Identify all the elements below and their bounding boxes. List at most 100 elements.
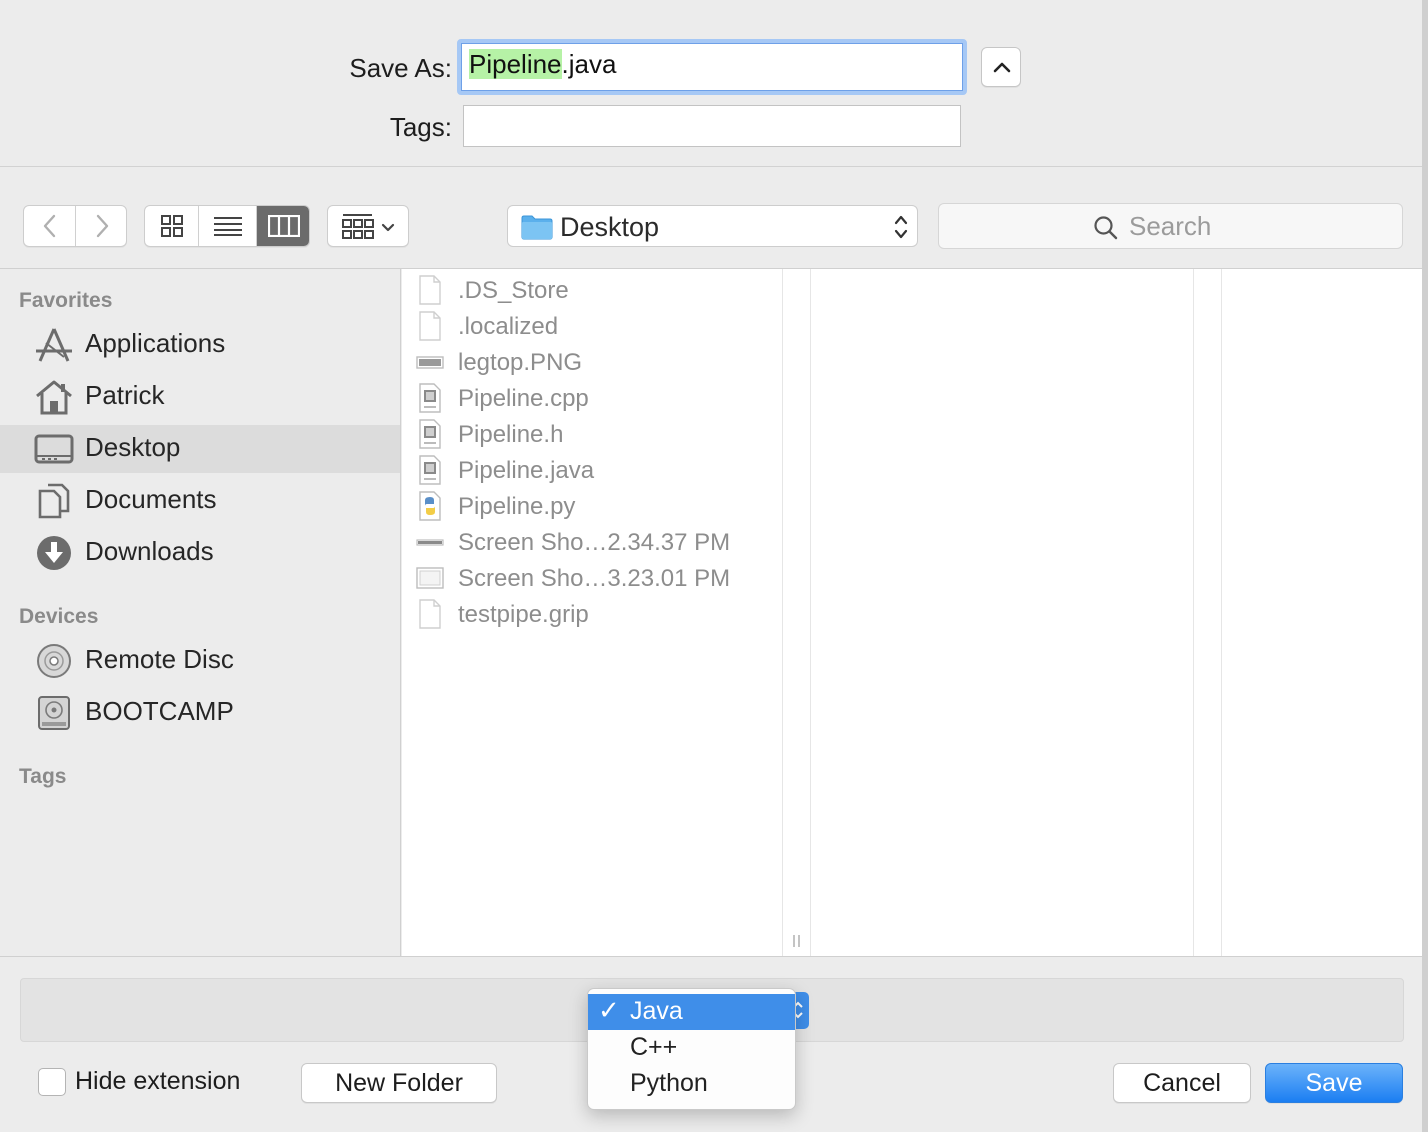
filename-input[interactable]: Pipeline.java <box>457 39 967 95</box>
sidebar-item-label: Desktop <box>85 432 181 462</box>
file-row[interactable]: Pipeline.py <box>402 488 782 524</box>
checkmark-icon: ✓ <box>598 995 620 1025</box>
file-name: Pipeline.cpp <box>458 385 589 412</box>
sidebar-item-remote-disc[interactable]: Remote Disc <box>0 637 400 685</box>
header-file-icon <box>419 419 441 449</box>
hide-extension-checkbox[interactable] <box>38 1068 66 1096</box>
file-row[interactable]: .localized <box>402 308 782 344</box>
file-name: Pipeline.java <box>458 457 595 484</box>
columns-icon <box>268 215 300 237</box>
arrange-button[interactable] <box>327 205 409 247</box>
file-row[interactable]: legtop.PNG <box>402 344 782 380</box>
view-mode-buttons <box>144 205 310 247</box>
file-row[interactable]: Pipeline.cpp <box>402 380 782 416</box>
arrange-grid-icon <box>342 214 374 239</box>
filename-selected-part: Pipeline <box>469 49 562 79</box>
blank-file-icon <box>419 275 441 305</box>
tags-label: Tags: <box>389 112 452 142</box>
nav-buttons <box>23 205 127 247</box>
desktop-icon <box>34 434 74 464</box>
file-row[interactable]: Screen Sho…2.34.37 PM <box>402 524 782 560</box>
format-option-java[interactable]: ✓ Java <box>588 994 795 1030</box>
applications-icon <box>36 328 72 362</box>
sidebar-item-label: Downloads <box>85 536 214 566</box>
menu-item-label: Python <box>630 1069 708 1097</box>
folder-icon <box>521 215 553 240</box>
sidebar: Favorites Applications Patrick Desktop D… <box>0 269 401 956</box>
column-view-button[interactable] <box>257 206 309 246</box>
filename-text: Pipeline.java <box>469 49 616 80</box>
window-edge <box>1422 0 1428 1132</box>
file-row[interactable]: testpipe.grip <box>402 596 782 632</box>
new-folder-button[interactable]: New Folder <box>301 1063 497 1103</box>
file-name: legtop.PNG <box>458 349 583 376</box>
file-name: .DS_Store <box>458 277 569 304</box>
format-option-python[interactable]: Python <box>588 1066 795 1102</box>
sidebar-item-bootcamp[interactable]: BOOTCAMP <box>0 689 400 737</box>
java-file-icon <box>419 455 441 485</box>
menu-item-label: Java <box>630 997 683 1025</box>
file-name: Pipeline.py <box>458 493 576 520</box>
icon-view-button[interactable] <box>145 206 199 246</box>
format-menu: ✓ Java C++ Python <box>587 988 796 1110</box>
location-text: Desktop <box>560 212 660 242</box>
save-header: Save As: Pipeline.java Tags: <box>0 0 1428 167</box>
downloads-icon <box>37 536 71 570</box>
tags-header: Tags <box>19 765 67 788</box>
sidebar-item-label: Remote Disc <box>85 644 234 674</box>
column-divider[interactable] <box>782 269 811 956</box>
column-resize-grip-icon[interactable] <box>792 934 802 948</box>
back-button[interactable] <box>24 206 76 246</box>
location-popup[interactable]: Desktop <box>507 205 918 247</box>
save-as-label: Save As: <box>349 53 452 83</box>
sidebar-item-label: Documents <box>85 484 217 514</box>
column-divider[interactable] <box>1193 269 1222 956</box>
tags-input[interactable] <box>463 105 961 147</box>
cancel-button[interactable]: Cancel <box>1113 1063 1251 1103</box>
sidebar-item-label: Patrick <box>85 380 165 410</box>
image-file-icon <box>416 356 444 369</box>
home-icon <box>36 380 72 415</box>
favorites-header: Favorites <box>19 289 113 312</box>
sidebar-item-desktop[interactable]: Desktop <box>0 425 400 473</box>
search-placeholder: Search <box>1129 211 1212 241</box>
grid-icon <box>160 215 183 237</box>
file-row[interactable]: .DS_Store <box>402 272 782 308</box>
format-option-cpp[interactable]: C++ <box>588 1030 795 1066</box>
save-button[interactable]: Save <box>1265 1063 1403 1103</box>
filename-extension: .java <box>561 49 617 79</box>
devices-header: Devices <box>19 605 99 628</box>
updown-arrows-icon <box>894 215 908 239</box>
drive-icon <box>38 696 70 730</box>
sidebar-item-applications[interactable]: Applications <box>0 321 400 369</box>
chevron-left-icon <box>43 214 55 238</box>
search-field[interactable]: Search <box>938 203 1403 249</box>
file-name: Screen Sho…3.23.01 PM <box>458 565 731 592</box>
screenshot-file-icon <box>416 539 444 546</box>
file-name: Screen Sho…2.34.37 PM <box>458 529 731 556</box>
file-column: .DS_Store .localized legtop.PNG Pipeline… <box>402 269 782 956</box>
chevron-right-icon <box>96 214 109 238</box>
screenshot-file-icon <box>416 567 444 589</box>
blank-file-icon <box>419 311 441 341</box>
expand-dialog-button[interactable] <box>981 47 1021 87</box>
sidebar-item-downloads[interactable]: Downloads <box>0 529 400 577</box>
sidebar-item-patrick[interactable]: Patrick <box>0 373 400 421</box>
forward-button[interactable] <box>76 206 126 246</box>
search-icon <box>1094 216 1118 240</box>
menu-item-label: C++ <box>630 1033 678 1061</box>
chevron-down-icon <box>381 223 395 232</box>
file-row[interactable]: Pipeline.java <box>402 452 782 488</box>
list-view-button[interactable] <box>199 206 257 246</box>
list-icon <box>213 217 242 236</box>
empty-column <box>1222 269 1422 956</box>
file-row[interactable]: Pipeline.h <box>402 416 782 452</box>
file-name: .localized <box>458 313 559 340</box>
python-file-icon <box>419 491 441 521</box>
file-name: testpipe.grip <box>458 601 589 628</box>
blank-file-icon <box>419 599 441 629</box>
sidebar-item-documents[interactable]: Documents <box>0 477 400 525</box>
file-row[interactable]: Screen Sho…3.23.01 PM <box>402 560 782 596</box>
empty-column <box>811 269 1193 956</box>
cpp-file-icon <box>419 383 441 413</box>
